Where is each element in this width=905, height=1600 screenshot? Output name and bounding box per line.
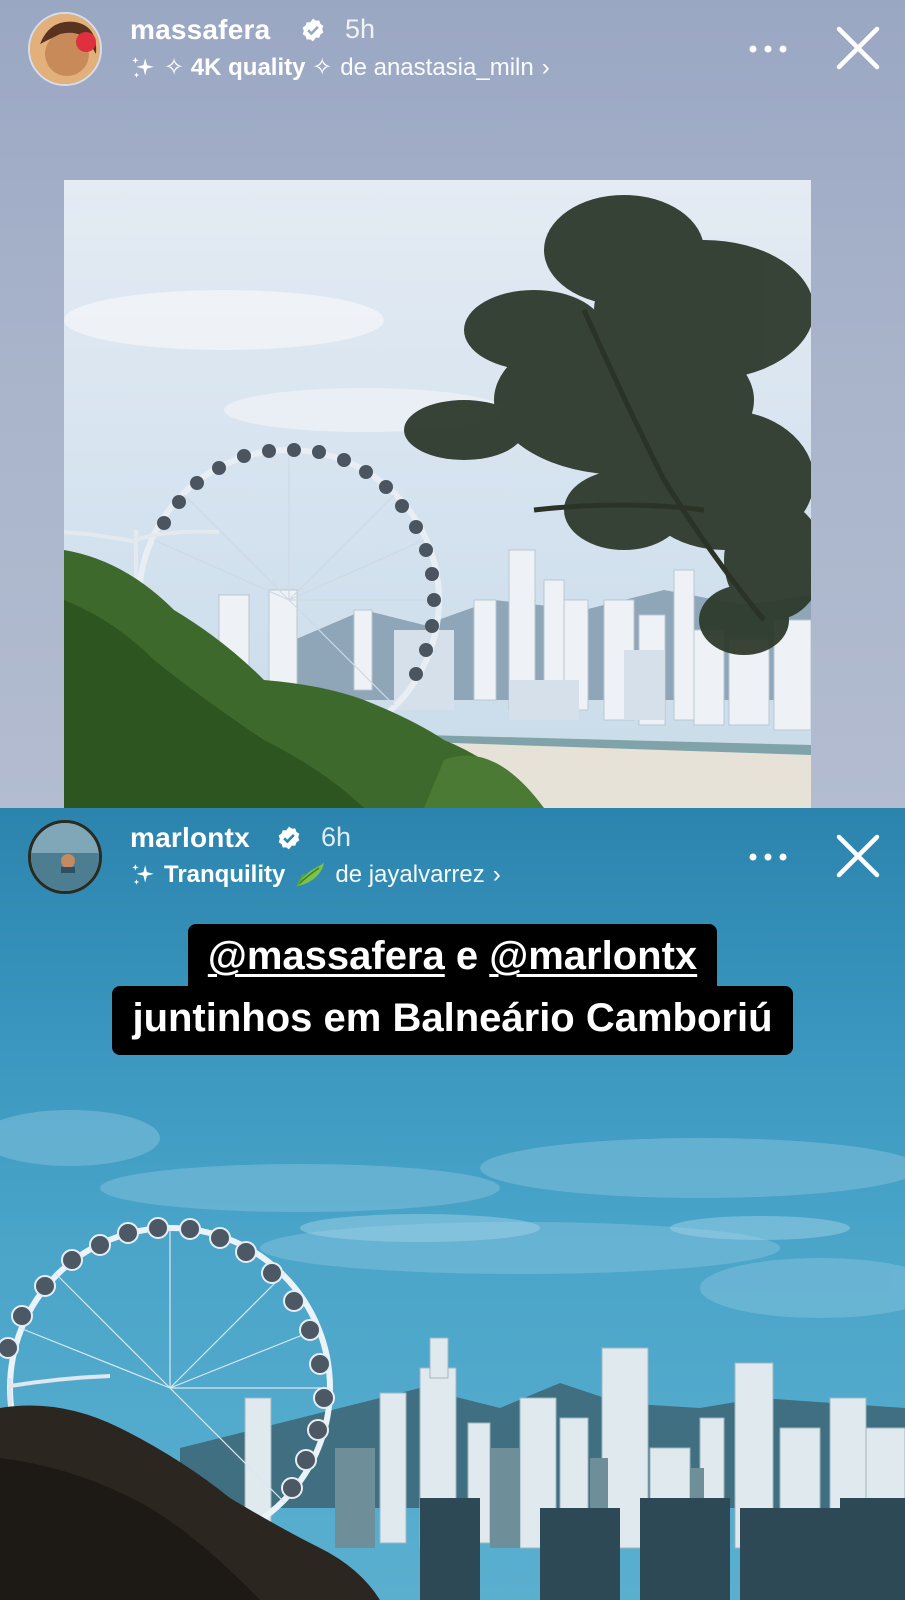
story-header: marlontx 6h Tranquility de jayalvarrez › [0, 808, 905, 908]
sparkles-icon [132, 56, 154, 78]
mention-massafera[interactable]: @massafera [208, 934, 445, 978]
more-options-icon[interactable] [746, 850, 790, 864]
caption-line-1: @massafera e @marlontx [0, 924, 905, 993]
username[interactable]: marlontx [130, 822, 250, 854]
chevron-right-icon: › [492, 861, 501, 888]
post-time: 6h [321, 822, 352, 852]
avatar[interactable] [28, 820, 102, 894]
verified-badge-icon [302, 18, 324, 42]
music-artist: de jayalvarrez [335, 861, 485, 888]
story-marlontx[interactable]: marlontx 6h Tranquility de jayalvarrez › [0, 808, 905, 1600]
mention-marlontx[interactable]: @marlontx [489, 934, 697, 978]
caption-text: e [444, 934, 490, 978]
music-attribution[interactable]: Tranquility de jayalvarrez › [130, 860, 501, 890]
story-massafera[interactable]: massafera 5h ✧ 4K quality ✧ de anastasia… [0, 0, 905, 808]
story-header: massafera 5h ✧ 4K quality ✧ de anastasia… [0, 0, 905, 100]
herb-icon [296, 862, 325, 888]
caption-box: juntinhos em Balneário Camboriú [112, 986, 793, 1055]
more-options-icon[interactable] [746, 42, 790, 56]
sparkles-icon [132, 864, 154, 885]
music-title: Tranquility [164, 861, 286, 888]
chevron-right-icon: › [541, 53, 550, 81]
caption-line-2: juntinhos em Balneário Camboriú [0, 986, 905, 1055]
avatar[interactable] [28, 12, 102, 86]
caption-box: @massafera e @marlontx [187, 924, 718, 993]
music-title: ✧ 4K quality ✧ [164, 54, 333, 81]
story-photo-ferris-wheel-city [64, 180, 811, 808]
verified-badge-icon [278, 826, 300, 850]
username[interactable]: massafera [130, 14, 270, 46]
post-time: 5h [345, 14, 376, 44]
close-icon[interactable] [834, 24, 882, 72]
music-attribution[interactable]: ✧ 4K quality ✧ de anastasia_miln › [130, 53, 550, 82]
music-artist: de anastasia_miln [340, 53, 534, 81]
close-icon[interactable] [834, 832, 882, 880]
